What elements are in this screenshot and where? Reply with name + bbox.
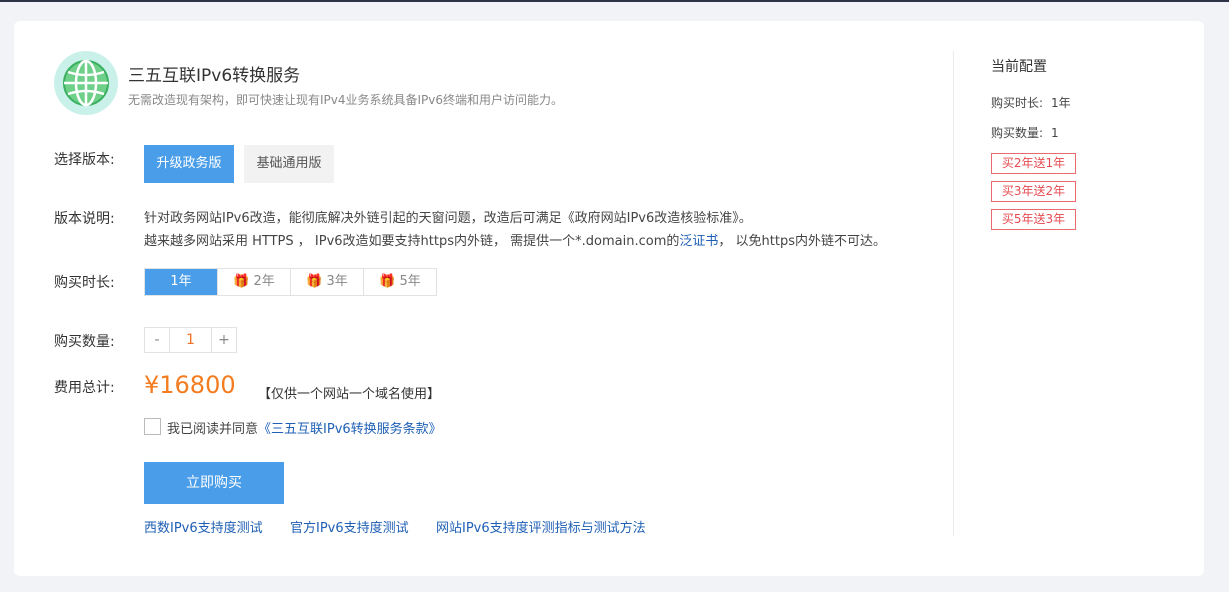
sidebar-quantity-label: 购买数量: — [991, 126, 1044, 140]
duration-option-1y[interactable]: 1年 — [145, 269, 218, 295]
description-line-2: 越来越多网站采用 HTTPS ， IPv6改造如要支持https内外链， 需提供… — [144, 230, 886, 249]
sidebar-title: 当前配置 — [991, 59, 1047, 75]
buy-now-button[interactable]: 立即购买 — [144, 462, 284, 504]
description-line-2-suffix: ， 以免https内外链不可达。 — [718, 234, 886, 249]
duration-option-3y[interactable]: 🎁 3年 — [291, 269, 364, 295]
total-price: ¥16800 — [144, 371, 236, 399]
version-label: 选择版本: — [54, 152, 115, 168]
sidebar-duration-label: 购买时长: — [991, 96, 1044, 110]
agreement-text: 我已阅读并同意《三五互联IPv6转换服务条款》 — [167, 418, 442, 437]
agreement-checkbox[interactable] — [144, 418, 161, 435]
description-line-2-prefix: 越来越多网站采用 HTTPS ， IPv6改造如要支持https内外链， 需提供… — [144, 234, 680, 249]
product-subtitle: 无需改造现有架构，即可快速让现有IPv4业务系统具备IPv6终端和用户访问能力。 — [128, 93, 564, 107]
version-option-gov[interactable]: 升级政务版 — [144, 145, 234, 183]
version-option-basic[interactable]: 基础通用版 — [244, 145, 334, 183]
duration-option-label: 1年 — [170, 274, 192, 289]
quantity-increment-button[interactable]: + — [212, 328, 236, 352]
product-title: 三五互联IPv6转换服务 — [128, 66, 301, 86]
duration-option-label: 3年 — [326, 274, 348, 289]
cost-label: 费用总计: — [54, 380, 115, 396]
quantity-stepper: - 1 + — [144, 327, 237, 353]
duration-option-2y[interactable]: 🎁 2年 — [218, 269, 291, 295]
sidebar-quantity-row: 购买数量: 1 — [991, 124, 1059, 141]
gift-icon: 🎁 — [379, 274, 396, 289]
top-border — [0, 0, 1229, 2]
sidebar-divider — [953, 51, 954, 536]
duration-selector: 1年 🎁 2年 🎁 3年 🎁 5年 — [144, 268, 437, 296]
agreement-prefix: 我已阅读并同意 — [167, 422, 259, 437]
description-label: 版本说明: — [54, 211, 115, 227]
sidebar-duration-value: 1年 — [1051, 96, 1071, 110]
west-ipv6-test-link[interactable]: 西数IPv6支持度测试 — [144, 517, 263, 536]
duration-option-label: 2年 — [253, 274, 275, 289]
gift-icon: 🎁 — [233, 274, 250, 289]
price-note: 【仅供一个网站一个域名使用】 — [258, 387, 441, 402]
globe-icon — [54, 51, 118, 115]
duration-label: 购买时长: — [54, 275, 115, 291]
duration-option-5y[interactable]: 🎁 5年 — [364, 269, 436, 295]
wildcard-cert-link[interactable]: 泛证书 — [679, 234, 718, 249]
terms-link[interactable]: 《三五互联IPv6转换服务条款》 — [258, 422, 442, 437]
official-ipv6-test-link[interactable]: 官方IPv6支持度测试 — [290, 517, 409, 536]
quantity-decrement-button[interactable]: - — [145, 328, 169, 352]
description-line-1: 针对政务网站IPv6改造，能彻底解决外链引起的天窗问题，改造后可满足《政府网站I… — [144, 211, 752, 226]
sidebar-quantity-value: 1 — [1051, 126, 1059, 140]
duration-option-label: 5年 — [399, 274, 421, 289]
quantity-label: 购买数量: — [54, 334, 115, 350]
sidebar-duration-row: 购买时长: 1年 — [991, 94, 1071, 111]
promo-badge-3y: 买3年送2年 — [991, 181, 1076, 202]
gift-icon: 🎁 — [306, 274, 323, 289]
ipv6-evaluation-method-link[interactable]: 网站IPv6支持度评测指标与测试方法 — [436, 517, 646, 536]
promo-badge-5y: 买5年送3年 — [991, 209, 1076, 230]
quantity-input[interactable]: 1 — [169, 328, 212, 352]
product-card: 三五互联IPv6转换服务 无需改造现有架构，即可快速让现有IPv4业务系统具备I… — [14, 21, 1204, 576]
promo-badge-2y: 买2年送1年 — [991, 153, 1076, 174]
